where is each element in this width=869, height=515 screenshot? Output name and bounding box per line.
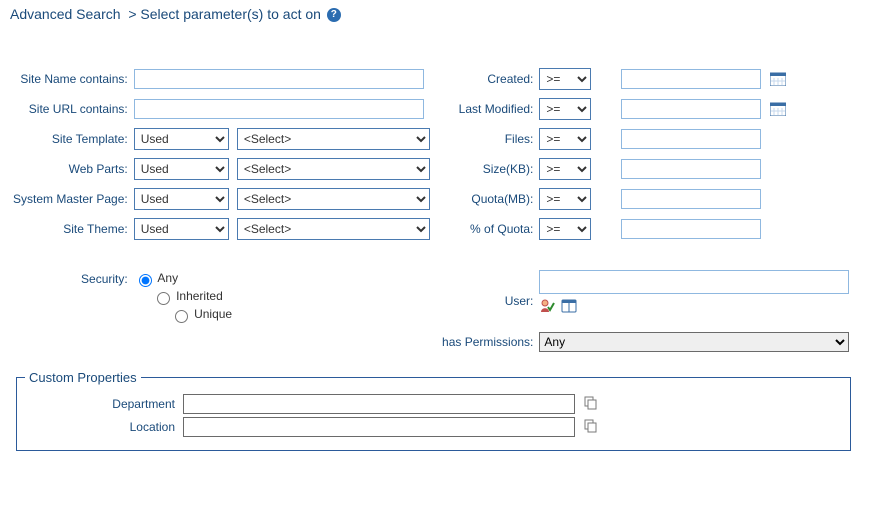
security-inherited-radio[interactable] <box>157 292 170 305</box>
breadcrumb-current: Select parameter(s) to act on <box>140 6 321 22</box>
help-icon[interactable]: ? <box>327 8 341 22</box>
label-files: Files: <box>437 124 536 154</box>
template-used-select[interactable]: Used <box>134 128 229 150</box>
label-size-kb: Size(KB): <box>437 154 536 184</box>
form-table: Site Name contains: Created: >= Site URL… <box>10 64 859 356</box>
lastmod-input[interactable] <box>621 99 761 119</box>
security-any-option[interactable]: Any <box>134 270 434 288</box>
copy-icon[interactable] <box>583 396 599 413</box>
calendar-icon[interactable] <box>770 101 786 119</box>
permissions-select[interactable]: Any <box>539 332 849 352</box>
cp-row-location: Location <box>25 417 842 437</box>
site-url-input[interactable] <box>134 99 424 119</box>
cp-row-department: Department <box>25 394 842 414</box>
created-input[interactable] <box>621 69 761 89</box>
theme-select[interactable]: <Select> <box>237 218 430 240</box>
check-name-icon[interactable] <box>539 298 560 312</box>
files-input[interactable] <box>621 129 761 149</box>
files-op-select[interactable]: >= <box>539 128 591 150</box>
location-input[interactable] <box>183 417 575 437</box>
security-any-radio[interactable] <box>139 274 152 287</box>
breadcrumb-sep: > <box>128 6 136 22</box>
security-unique-label: Unique <box>194 307 232 321</box>
lastmod-op-select[interactable]: >= <box>539 98 591 120</box>
pctquota-input[interactable] <box>621 219 761 239</box>
security-inherited-label: Inherited <box>176 289 223 303</box>
label-quota-mb: Quota(MB): <box>437 184 536 214</box>
label-security: Security: <box>10 266 131 328</box>
department-input[interactable] <box>183 394 575 414</box>
user-input[interactable] <box>539 270 849 294</box>
security-inherited-option[interactable]: Inherited <box>152 288 434 306</box>
custom-properties: Custom Properties Department Location <box>16 370 851 451</box>
security-unique-radio[interactable] <box>175 310 188 323</box>
label-site-url: Site URL contains: <box>10 94 131 124</box>
quota-op-select[interactable]: >= <box>539 188 591 210</box>
label-location: Location <box>25 420 183 434</box>
breadcrumb-root[interactable]: Advanced Search <box>10 6 121 22</box>
created-op-select[interactable]: >= <box>539 68 591 90</box>
label-created: Created: <box>437 64 536 94</box>
quota-input[interactable] <box>621 189 761 209</box>
security-any-label: Any <box>157 271 178 285</box>
label-user: User: <box>437 266 536 328</box>
label-web-parts: Web Parts: <box>10 154 131 184</box>
browse-icon[interactable] <box>561 298 579 312</box>
label-last-modified: Last Modified: <box>437 94 536 124</box>
master-select[interactable]: <Select> <box>237 188 430 210</box>
label-system-master: System Master Page: <box>10 184 131 214</box>
size-input[interactable] <box>621 159 761 179</box>
webparts-select[interactable]: <Select> <box>237 158 430 180</box>
breadcrumb: Advanced Search > Select parameter(s) to… <box>0 0 869 24</box>
calendar-icon[interactable] <box>770 71 786 89</box>
webparts-used-select[interactable]: Used <box>134 158 229 180</box>
label-site-template: Site Template: <box>10 124 131 154</box>
pctquota-op-select[interactable]: >= <box>539 218 591 240</box>
template-select[interactable]: <Select> <box>237 128 430 150</box>
label-site-theme: Site Theme: <box>10 214 131 244</box>
custom-properties-legend: Custom Properties <box>25 370 141 385</box>
size-op-select[interactable]: >= <box>539 158 591 180</box>
search-form: Site Name contains: Created: >= Site URL… <box>0 24 869 467</box>
label-has-permissions: has Permissions: <box>437 328 536 356</box>
label-site-name: Site Name contains: <box>10 64 131 94</box>
master-used-select[interactable]: Used <box>134 188 229 210</box>
label-department: Department <box>25 397 183 411</box>
copy-icon[interactable] <box>583 419 599 436</box>
security-unique-option[interactable]: Unique <box>170 306 434 324</box>
label-pct-quota: % of Quota: <box>437 214 536 244</box>
theme-used-select[interactable]: Used <box>134 218 229 240</box>
site-name-input[interactable] <box>134 69 424 89</box>
